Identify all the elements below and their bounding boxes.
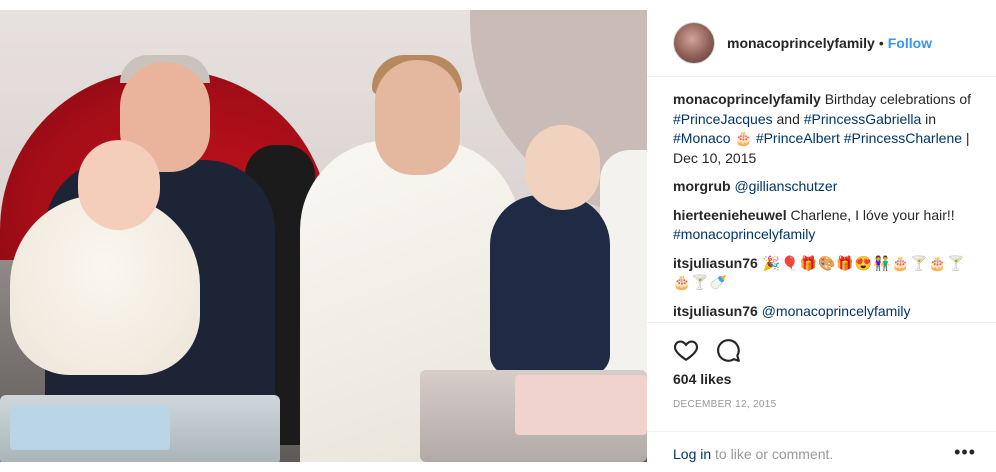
post-date: DECEMBER 12, 2015: [673, 399, 777, 410]
post-side-panel: monacoprincelyfamily • Follow monacoprin…: [647, 10, 996, 462]
heart-icon[interactable]: [673, 337, 699, 363]
photo-baby-girl-head: [78, 140, 160, 230]
photo-woman-head: [375, 60, 460, 175]
login-prompt: Log in to like or comment.: [673, 446, 833, 462]
caption-text: 🎂: [730, 130, 756, 146]
hashtag-link[interactable]: #PrinceJacques: [673, 111, 773, 127]
likes-count[interactable]: 604 likes: [673, 371, 731, 387]
comment-icon[interactable]: [715, 337, 741, 363]
caption-text: and: [772, 110, 804, 127]
caption: monacoprincelyfamily Birthday celebratio…: [673, 90, 973, 168]
caption-username[interactable]: monacoprincelyfamily: [673, 91, 821, 107]
login-bar: Log in to like or comment. •••: [647, 431, 996, 472]
post-photo[interactable]: [0, 10, 647, 462]
comment-username[interactable]: itsjuliasun76: [673, 303, 758, 319]
hashtag-link[interactable]: #Monaco: [673, 130, 731, 146]
hashtag-link[interactable]: #PrincessGabriella: [804, 111, 922, 127]
photo-cake-right: [515, 375, 647, 435]
header-separator: •: [878, 35, 884, 51]
hashtag-link[interactable]: #PrinceAlbert: [756, 130, 840, 146]
comment-username[interactable]: itsjuliasun76: [673, 255, 758, 271]
photo-baby-boy-jacket: [490, 195, 610, 375]
post-username[interactable]: monacoprincelyfamily: [727, 35, 875, 51]
more-options-icon[interactable]: •••: [954, 442, 976, 463]
comment-username[interactable]: morgrub: [673, 178, 731, 194]
avatar[interactable]: [673, 22, 715, 64]
mention-link[interactable]: @gillianschutzer: [734, 178, 837, 194]
instagram-post: monacoprincelyfamily • Follow monacoprin…: [0, 0, 996, 472]
comment-text: Charlene, I lóve your hair!!: [786, 206, 955, 223]
caption-text: Birthday celebrations of: [820, 91, 972, 107]
list-item: morgrub @gillianschutzer: [673, 177, 973, 197]
photo-scene: [0, 10, 647, 462]
list-item: hierteenieheuwel Charlene, I lóve your h…: [673, 206, 973, 245]
post-actions: 604 likes DECEMBER 12, 2015 Log in to li…: [647, 322, 996, 462]
caption-text: in: [921, 110, 937, 127]
hashtag-link[interactable]: #monacoprincelyfamily: [673, 226, 815, 242]
login-link[interactable]: Log in: [673, 446, 711, 462]
hashtag-link[interactable]: #PrincessCharlene: [844, 130, 962, 146]
comment-username[interactable]: hierteenieheuwel: [673, 207, 787, 223]
mention-link[interactable]: @monacoprincelyfamily: [762, 303, 911, 319]
login-prompt-text: to like or comment.: [711, 446, 834, 462]
photo-baby-boy-head: [525, 125, 600, 210]
list-item: itsjuliasun76 🎉🎈🎁🎨🎁😍👫🎂🍸🎂🍸🎂🍸🍼: [673, 254, 973, 293]
post-header: monacoprincelyfamily • Follow: [647, 10, 996, 77]
follow-button[interactable]: Follow: [888, 35, 932, 51]
action-icons: [673, 337, 741, 363]
list-item: itsjuliasun76 @monacoprincelyfamily: [673, 302, 973, 322]
comments-list[interactable]: monacoprincelyfamily Birthday celebratio…: [673, 90, 973, 322]
photo-cake-left: [10, 405, 170, 450]
